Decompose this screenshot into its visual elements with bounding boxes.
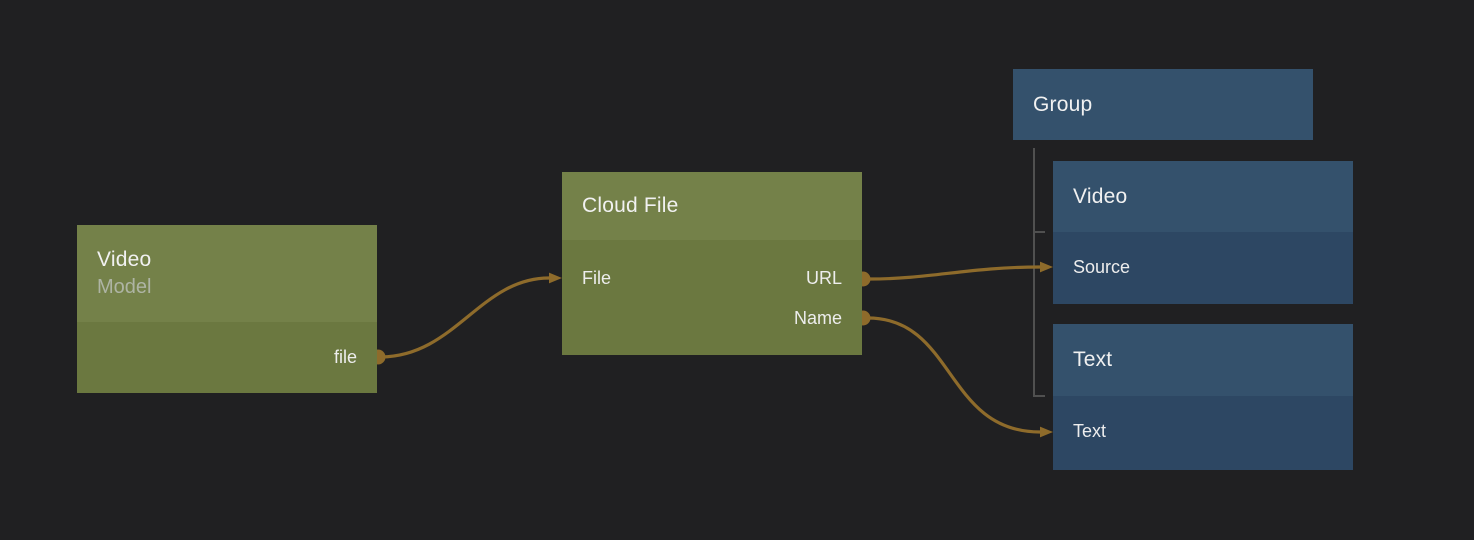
port-row-text-input[interactable]: Text <box>1053 411 1353 451</box>
input-label-text: Text <box>1073 421 1106 442</box>
node-header[interactable]: Text <box>1053 324 1353 396</box>
node-header[interactable]: Group <box>1013 69 1313 140</box>
node-title: Cloud File <box>582 194 842 218</box>
wire-file-to-cloudfile[interactable] <box>380 278 549 357</box>
wire-url-to-source[interactable] <box>870 267 1040 279</box>
group-tree-line <box>1034 148 1045 396</box>
wire-name-to-text[interactable] <box>868 318 1040 432</box>
node-body: Text <box>1053 396 1353 470</box>
node-title: Text <box>1073 348 1333 372</box>
output-label-name: Name <box>794 308 842 329</box>
node-group-video[interactable]: Video Source <box>1053 161 1353 304</box>
node-group[interactable]: Group <box>1013 69 1313 140</box>
node-group-text[interactable]: Text Text <box>1053 324 1353 470</box>
port-row-source-input[interactable]: Source <box>1053 247 1353 287</box>
node-cloud-file[interactable]: Cloud File File URL Name <box>562 172 862 355</box>
output-label-url: URL <box>806 268 842 289</box>
node-header[interactable]: Video <box>1053 161 1353 232</box>
node-body: Source <box>1053 232 1353 304</box>
input-label-file: File <box>582 268 611 289</box>
output-label-file: file <box>334 347 357 368</box>
node-body: file <box>77 322 377 393</box>
port-row-file-output[interactable]: file <box>77 337 377 377</box>
port-row-name-output[interactable]: Name <box>562 298 862 338</box>
node-video-model[interactable]: Video Model file <box>77 225 377 393</box>
node-header[interactable]: Cloud File <box>562 172 862 240</box>
node-subtitle: Model <box>97 276 357 299</box>
input-label-source: Source <box>1073 257 1130 278</box>
node-title: Video <box>1073 185 1333 209</box>
port-row-file-url[interactable]: File URL <box>562 258 862 298</box>
node-header[interactable]: Video Model <box>77 225 377 322</box>
node-graph-canvas[interactable]: Video Model file Cloud File File URL Nam… <box>0 0 1474 540</box>
node-body: File URL Name <box>562 240 862 355</box>
node-title: Video <box>97 248 357 272</box>
node-title: Group <box>1033 93 1293 117</box>
